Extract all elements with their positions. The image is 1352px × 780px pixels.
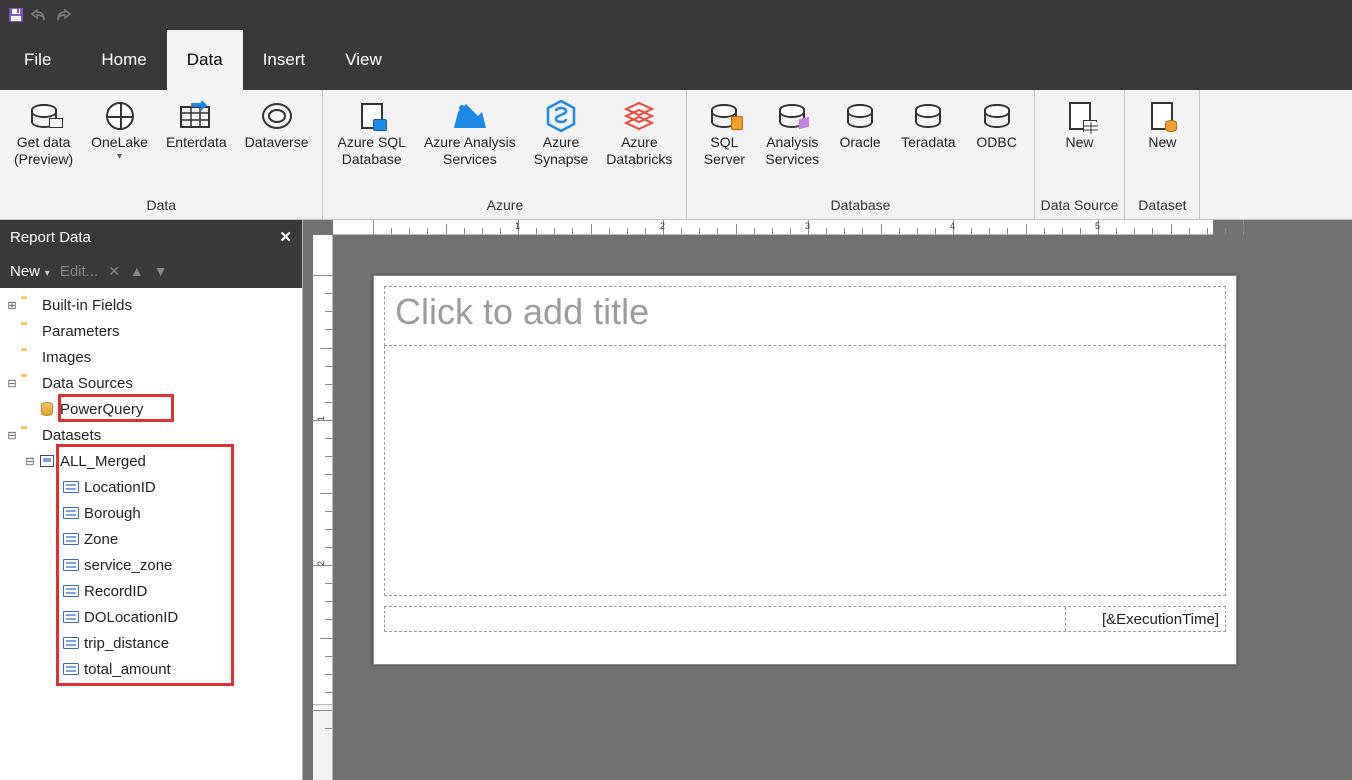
ruler-mark: 1 xyxy=(316,416,326,421)
oracle-button[interactable]: Oracle xyxy=(829,94,891,197)
move-down-icon[interactable]: ▼ xyxy=(154,263,168,279)
tree-data-source-item[interactable]: PowerQuery xyxy=(0,396,302,422)
undo-icon[interactable] xyxy=(30,7,48,23)
tab-home[interactable]: Home xyxy=(81,30,166,90)
tree-field-item[interactable]: Zone xyxy=(0,526,302,552)
azure-databricks-button[interactable]: Azure Databricks xyxy=(598,94,680,197)
horizontal-ruler: 1 2 3 4 5 xyxy=(333,220,1213,235)
tab-data[interactable]: Data xyxy=(167,30,243,90)
ruler-mark: 3 xyxy=(805,221,810,231)
enter-data-button[interactable]: Enterdata xyxy=(158,94,235,197)
new-button[interactable]: New ▾ xyxy=(10,263,50,280)
ribbon-tabs: File Home Data Insert View xyxy=(0,30,1352,90)
tree-field-item[interactable]: service_zone xyxy=(0,552,302,578)
panel-title: Report Data xyxy=(10,229,91,246)
move-up-icon[interactable]: ▲ xyxy=(130,263,144,279)
azure-sql-db-button[interactable]: Azure SQL Database xyxy=(329,94,413,197)
dataverse-button[interactable]: Dataverse xyxy=(237,94,317,197)
new-dataset-button[interactable]: New xyxy=(1131,94,1193,197)
delete-icon[interactable]: ✕ xyxy=(108,263,120,280)
tree-field-item[interactable]: Borough xyxy=(0,500,302,526)
new-data-source-button[interactable]: New xyxy=(1049,94,1111,197)
tree-field-item[interactable]: RecordID xyxy=(0,578,302,604)
save-icon[interactable] xyxy=(8,7,24,23)
ribbon-group-label: Database xyxy=(831,197,891,215)
redo-icon[interactable] xyxy=(54,7,72,23)
tree: ⊞ Built-in Fields Parameters Images ⊟ Da… xyxy=(0,288,302,780)
tree-field-item[interactable]: trip_distance xyxy=(0,630,302,656)
tree-parameters[interactable]: Parameters xyxy=(0,318,302,344)
title-placeholder[interactable]: Click to add title xyxy=(384,286,1226,346)
report-canvas[interactable]: Click to add title [&ExecutionTime] xyxy=(373,275,1237,665)
design-surface: 12 12345 Click to add title [&ExecutionT… xyxy=(303,220,1352,780)
azure-analysis-services-button[interactable]: Azure Analysis Services xyxy=(416,94,524,197)
ribbon: Get data (Preview)OneLake▾EnterdataDatav… xyxy=(0,90,1352,220)
tree-builtin-fields[interactable]: ⊞ Built-in Fields xyxy=(0,292,302,318)
tab-insert[interactable]: Insert xyxy=(243,30,326,90)
report-footer[interactable]: [&ExecutionTime] xyxy=(384,606,1226,632)
tree-dataset-item[interactable]: ⊟ ALL_Merged xyxy=(0,448,302,474)
tree-datasets[interactable]: ⊟ Datasets xyxy=(0,422,302,448)
ruler-mark: 2 xyxy=(316,561,326,566)
get-data-button[interactable]: Get data (Preview) xyxy=(6,94,81,197)
ribbon-group-label: Data xyxy=(146,197,176,215)
teradata-button[interactable]: Teradata xyxy=(893,94,963,197)
vertical-ruler: 12 xyxy=(313,235,333,780)
ruler-mark: 5 xyxy=(1095,221,1100,231)
onelake-button[interactable]: OneLake▾ xyxy=(83,94,156,197)
edit-button[interactable]: Edit... xyxy=(60,263,98,280)
tree-field-item[interactable]: total_amount xyxy=(0,656,302,682)
execution-time-placeholder[interactable]: [&ExecutionTime] xyxy=(1065,607,1225,631)
panel-toolbar: New ▾ Edit... ✕ ▲ ▼ xyxy=(0,254,302,288)
odbc-button[interactable]: ODBC xyxy=(966,94,1028,197)
tree-field-item[interactable]: DOLocationID xyxy=(0,604,302,630)
ruler-mark: 2 xyxy=(660,221,665,231)
sql-server-button[interactable]: SQL Server xyxy=(693,94,755,197)
analysis-services-button[interactable]: Analysis Services xyxy=(757,94,827,197)
ribbon-group-label: Data Source xyxy=(1041,197,1119,215)
tab-view[interactable]: View xyxy=(325,30,402,90)
ruler-mark: 1 xyxy=(515,221,520,231)
tree-data-sources[interactable]: ⊟ Data Sources xyxy=(0,370,302,396)
tree-field-item[interactable]: LocationID xyxy=(0,474,302,500)
tree-images[interactable]: Images xyxy=(0,344,302,370)
report-data-panel: Report Data ✕ New ▾ Edit... ✕ ▲ ▼ ⊞ Buil… xyxy=(0,220,303,780)
close-icon[interactable]: ✕ xyxy=(279,228,292,246)
ribbon-group-label: Azure xyxy=(487,197,524,215)
ribbon-group-label: Dataset xyxy=(1138,197,1186,215)
quick-access-toolbar xyxy=(0,0,1352,30)
ruler-mark: 4 xyxy=(950,221,955,231)
tab-file[interactable]: File xyxy=(4,30,71,90)
report-body[interactable] xyxy=(384,346,1226,596)
azure-synapse-button[interactable]: Azure Synapse xyxy=(526,94,596,197)
